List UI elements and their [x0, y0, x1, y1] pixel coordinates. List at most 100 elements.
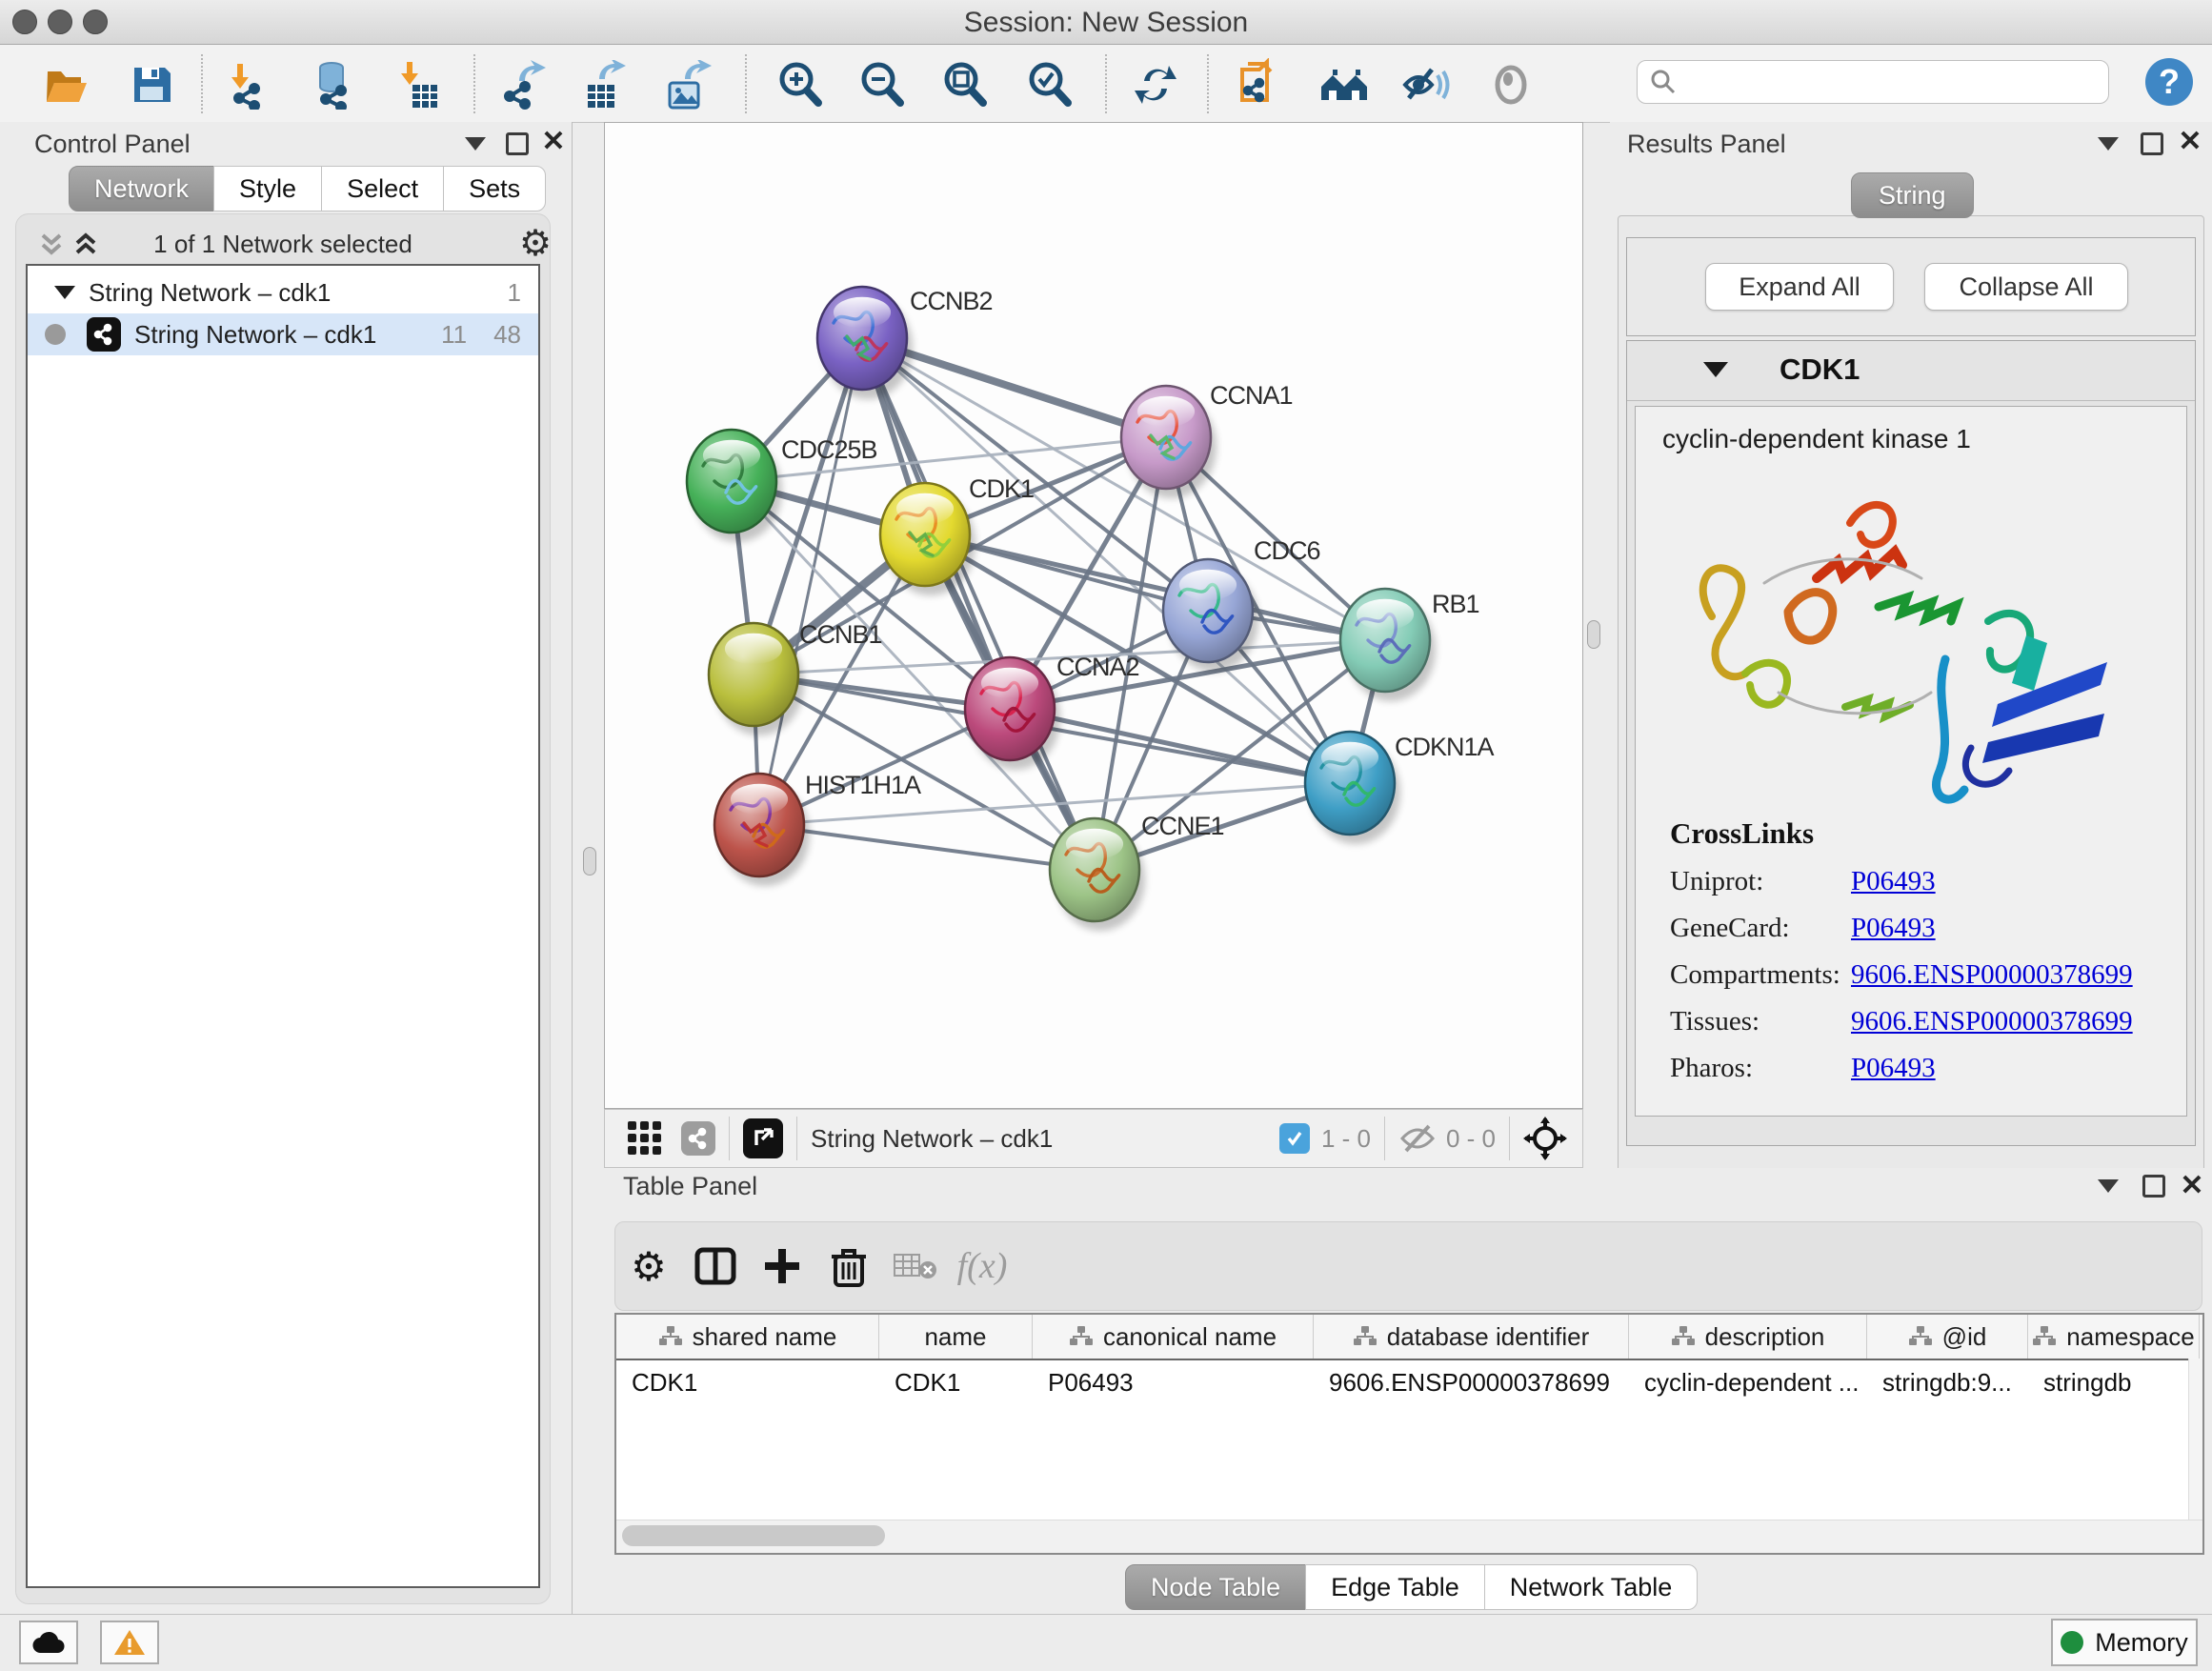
gear-icon[interactable]: ⚙: [519, 222, 552, 265]
table-vertical-scrollbar[interactable]: [2188, 1359, 2202, 1520]
network-badge-icon[interactable]: [681, 1121, 715, 1156]
birds-eye-grid-icon[interactable]: [626, 1119, 664, 1158]
column-header-shared-name[interactable]: shared name: [616, 1315, 879, 1359]
network-node-cdk1[interactable]: CDK1: [880, 474, 1034, 595]
table-cell[interactable]: P06493: [1033, 1368, 1314, 1398]
column-header-canonical-name[interactable]: canonical name: [1033, 1315, 1314, 1359]
table-cell[interactable]: stringdb: [2028, 1368, 2200, 1398]
crosslink-link[interactable]: P06493: [1851, 866, 1936, 897]
crosslink-link[interactable]: P06493: [1851, 913, 1936, 944]
crosslink-row: Pharos:P06493: [1670, 1053, 2133, 1084]
selected-nodes-checkbox-icon[interactable]: [1279, 1123, 1310, 1154]
column-header-id[interactable]: @id: [1867, 1315, 2028, 1359]
tab-select[interactable]: Select: [321, 166, 444, 211]
left-splitter-handle[interactable]: [583, 847, 596, 876]
hide-selection-eye-icon[interactable]: [1399, 58, 1453, 111]
panel-float-icon[interactable]: [503, 130, 532, 158]
show-selection-eye-icon[interactable]: [1484, 58, 1538, 111]
expand-all-button[interactable]: Expand All: [1705, 263, 1894, 311]
fit-content-crosshair-icon[interactable]: [1523, 1117, 1567, 1160]
import-network-icon[interactable]: [220, 58, 273, 111]
network-node-hist1h1a[interactable]: HIST1H1A: [714, 771, 921, 886]
save-session-icon[interactable]: [125, 58, 178, 111]
panel-close-icon[interactable]: ✕: [2178, 1172, 2206, 1200]
network-edge[interactable]: [759, 338, 862, 825]
export-image-icon[interactable]: [660, 58, 714, 111]
share-document-icon[interactable]: [1233, 58, 1286, 111]
right-splitter-handle[interactable]: [1587, 620, 1600, 649]
network-node-ccne1[interactable]: CCNE1: [1050, 812, 1224, 931]
column-label: namespace: [2066, 1322, 2194, 1352]
show-columns-icon[interactable]: [682, 1238, 749, 1295]
panel-close-icon[interactable]: ✕: [539, 128, 568, 156]
toolbar-separator: [745, 54, 747, 113]
import-table-icon[interactable]: [390, 58, 443, 111]
zoom-in-icon[interactable]: [774, 58, 827, 111]
table-cell[interactable]: 9606.ENSP00000378699: [1314, 1368, 1629, 1398]
tab-network[interactable]: Network: [69, 166, 214, 211]
zoom-fit-icon[interactable]: [938, 58, 992, 111]
toolbar-separator: [201, 54, 203, 113]
crosslinks-title: CrossLinks: [1670, 816, 2133, 851]
warning-status-button[interactable]: [100, 1621, 159, 1664]
add-column-icon[interactable]: [749, 1238, 815, 1295]
export-network-icon[interactable]: [498, 58, 552, 111]
tab-style[interactable]: Style: [213, 166, 322, 211]
panel-float-icon[interactable]: [2138, 130, 2166, 158]
home-icon[interactable]: [1317, 58, 1371, 111]
delete-column-icon[interactable]: [882, 1238, 949, 1295]
network-canvas[interactable]: CCNB2CCNA1CDC25BCDK1CDC6RB1CCNB1CCNA2CDK…: [604, 122, 1583, 1109]
cloud-status-button[interactable]: [19, 1621, 78, 1664]
tab-edge-table[interactable]: Edge Table: [1305, 1564, 1485, 1610]
panel-menu-icon[interactable]: [461, 130, 490, 158]
refresh-icon[interactable]: [1129, 58, 1182, 111]
network-row-selected[interactable]: String Network – cdk1 11 48: [28, 313, 538, 355]
network-collection-row[interactable]: String Network – cdk1 1: [28, 272, 538, 313]
zoom-selected-icon[interactable]: [1023, 58, 1076, 111]
table-cell[interactable]: CDK1: [879, 1368, 1033, 1398]
table-cell[interactable]: cyclin-dependent ...: [1629, 1368, 1867, 1398]
network-node-ccnb2[interactable]: CCNB2: [817, 287, 993, 399]
node-result-header[interactable]: CDK1: [1627, 341, 2195, 401]
tree-expander-icon[interactable]: [54, 286, 75, 299]
panel-float-icon[interactable]: [2140, 1172, 2168, 1200]
network-node-cdkn1a[interactable]: CDKN1A: [1305, 732, 1495, 844]
network-node-ccna1[interactable]: CCNA1: [1121, 381, 1293, 498]
network-node-cdc25b[interactable]: CDC25B: [687, 430, 877, 542]
scrollbar-thumb[interactable]: [622, 1525, 885, 1546]
tab-node-table[interactable]: Node Table: [1125, 1564, 1306, 1610]
tab-sets[interactable]: Sets: [443, 166, 546, 211]
column-type-icon: [1671, 1325, 1696, 1348]
panel-menu-icon[interactable]: [2094, 130, 2122, 158]
column-header-namespace[interactable]: namespace: [2028, 1315, 2200, 1359]
detach-view-icon[interactable]: [743, 1118, 783, 1158]
panel-close-icon[interactable]: ✕: [2176, 128, 2204, 156]
function-builder-icon: f(x): [949, 1238, 1016, 1295]
panel-menu-icon[interactable]: [2094, 1172, 2122, 1200]
table-settings-gear-icon[interactable]: ⚙: [615, 1238, 682, 1295]
column-header-database-identifier[interactable]: database identifier: [1314, 1315, 1629, 1359]
table-horizontal-scrollbar[interactable]: [616, 1520, 2202, 1553]
column-type-icon: [658, 1325, 683, 1348]
collapse-all-button[interactable]: Collapse All: [1924, 263, 2128, 311]
table-cell[interactable]: stringdb:9...: [1867, 1368, 2028, 1398]
collapse-section-icon[interactable]: [1703, 362, 1728, 377]
table-cell[interactable]: CDK1: [616, 1368, 879, 1398]
export-table-icon[interactable]: [578, 58, 632, 111]
memory-button[interactable]: Memory: [2051, 1619, 2198, 1666]
search-input[interactable]: [1678, 67, 2097, 98]
open-file-icon[interactable]: [40, 58, 93, 111]
delete-row-trash-icon[interactable]: [815, 1238, 882, 1295]
crosslink-link[interactable]: 9606.ENSP00000378699: [1851, 1006, 2133, 1037]
crosslink-link[interactable]: P06493: [1851, 1053, 1936, 1084]
column-header-description[interactable]: description: [1629, 1315, 1867, 1359]
network-node-rb1[interactable]: RB1: [1340, 589, 1479, 701]
crosslink-link[interactable]: 9606.ENSP00000378699: [1851, 959, 2133, 991]
tab-string[interactable]: String: [1851, 172, 1974, 218]
zoom-out-icon[interactable]: [855, 58, 909, 111]
help-icon[interactable]: ?: [2145, 58, 2193, 106]
column-header-name[interactable]: name: [879, 1315, 1033, 1359]
import-network-database-icon[interactable]: [305, 58, 358, 111]
table-row[interactable]: CDK1CDK1P064939606.ENSP00000378699cyclin…: [616, 1360, 2202, 1404]
tab-network-table[interactable]: Network Table: [1484, 1564, 1699, 1610]
